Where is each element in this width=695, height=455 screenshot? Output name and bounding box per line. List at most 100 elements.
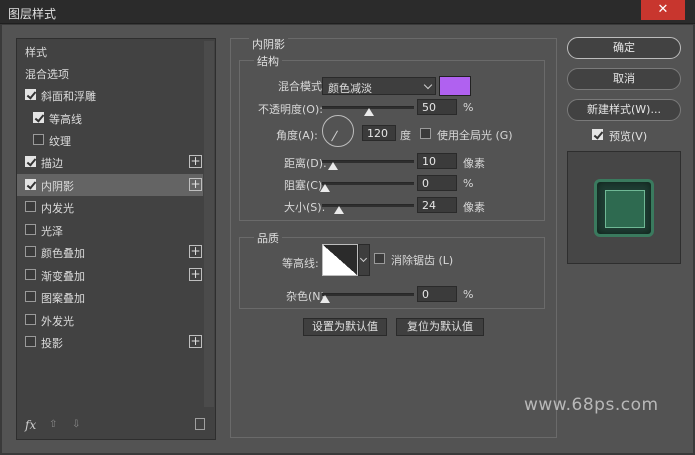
blend-mode-value: 颜色减淡 xyxy=(328,82,372,95)
opacity-slider-thumb[interactable] xyxy=(364,108,374,116)
pattern-overlay-checkbox[interactable] xyxy=(25,291,36,302)
add-inner-shadow-button[interactable]: + xyxy=(189,178,202,191)
inner-glow-checkbox[interactable] xyxy=(25,201,36,212)
distance-slider-thumb[interactable] xyxy=(328,162,338,170)
effects-item-styles[interactable]: 样式 xyxy=(17,40,203,62)
effects-item-texture[interactable]: 纹理 xyxy=(17,129,203,151)
inner-shadow-panel: 内阴影 结构 混合模式: 颜色减淡 不透明度(O): 50 % 角度(A): 1… xyxy=(230,36,557,438)
drop-shadow-checkbox[interactable] xyxy=(25,336,36,347)
cancel-button[interactable]: 取消 xyxy=(567,68,681,90)
move-up-icon[interactable]: ⇧ xyxy=(49,419,59,431)
inner-shadow-checkbox[interactable] xyxy=(25,179,36,190)
preview-checkbox[interactable] xyxy=(592,129,603,140)
new-style-button[interactable]: 新建样式(W)... xyxy=(567,99,681,121)
chevron-down-icon xyxy=(359,254,368,263)
contour-preview[interactable] xyxy=(322,244,358,276)
layer-style-dialog: 样式 混合选项 斜面和浮雕 等高线 纹理 描边 + 内阴影 + 内发光 光泽 颜… xyxy=(2,25,693,453)
add-color-overlay-button[interactable]: + xyxy=(189,245,202,258)
contour-label: 等高线: xyxy=(282,257,319,270)
structure-group: 结构 混合模式: 颜色减淡 不透明度(O): 50 % 角度(A): 120 度… xyxy=(239,53,545,221)
set-default-button[interactable]: 设置为默认值 xyxy=(303,318,387,336)
shadow-color-swatch[interactable] xyxy=(439,76,471,96)
global-light-checkbox[interactable] xyxy=(420,128,431,139)
effects-item-label: 描边 xyxy=(41,157,63,170)
effects-item-drop-shadow[interactable]: 投影 + xyxy=(17,331,203,353)
angle-dial[interactable] xyxy=(322,115,354,147)
stroke-checkbox[interactable] xyxy=(25,156,36,167)
noise-unit: % xyxy=(463,288,474,301)
gradient-overlay-checkbox[interactable] xyxy=(25,269,36,280)
size-label: 大小(S): xyxy=(284,201,326,214)
global-light-label: 使用全局光 (G) xyxy=(437,129,513,142)
effects-item-bevel-emboss[interactable]: 斜面和浮雕 xyxy=(17,84,203,106)
blend-mode-label: 混合模式: xyxy=(278,80,326,93)
choke-slider-thumb[interactable] xyxy=(320,184,330,192)
move-down-icon[interactable]: ⇩ xyxy=(72,419,82,431)
noise-input[interactable]: 0 xyxy=(417,286,457,302)
opacity-input[interactable]: 50 xyxy=(417,99,457,115)
choke-slider[interactable] xyxy=(322,182,414,185)
outer-glow-checkbox[interactable] xyxy=(25,314,36,325)
inner-shadow-section-title: 内阴影 xyxy=(249,36,288,52)
effects-item-color-overlay[interactable]: 颜色叠加 + xyxy=(17,241,203,263)
size-input[interactable]: 24 xyxy=(417,197,457,213)
add-drop-shadow-button[interactable]: + xyxy=(189,335,202,348)
color-overlay-checkbox[interactable] xyxy=(25,246,36,257)
noise-slider-thumb[interactable] xyxy=(320,295,330,303)
bevel-emboss-checkbox[interactable] xyxy=(25,89,36,100)
satin-checkbox[interactable] xyxy=(25,224,36,235)
effects-item-label: 外发光 xyxy=(41,315,74,328)
effects-item-pattern-overlay[interactable]: 图案叠加 xyxy=(17,286,203,308)
quality-group: 品质 等高线: 消除锯齿 (L) 杂色(N): 0 % xyxy=(239,230,545,309)
noise-slider[interactable] xyxy=(322,293,414,296)
size-unit: 像素 xyxy=(463,201,485,214)
fx-menu-button[interactable]: fx xyxy=(25,418,36,432)
effects-item-label: 斜面和浮雕 xyxy=(41,90,96,103)
contour-checkbox[interactable] xyxy=(33,112,44,123)
reset-default-button[interactable]: 复位为默认值 xyxy=(396,318,484,336)
effects-item-gradient-overlay[interactable]: 渐变叠加 + xyxy=(17,264,203,286)
distance-input[interactable]: 10 xyxy=(417,153,457,169)
effects-list-footer: fx ⇧ ⇩ xyxy=(17,413,215,439)
title-bar: 图层样式 ✕ xyxy=(0,0,695,24)
effects-item-blending-options[interactable]: 混合选项 xyxy=(17,62,203,84)
effects-item-label: 图案叠加 xyxy=(41,292,85,305)
effects-item-label: 渐变叠加 xyxy=(41,270,85,283)
effects-item-stroke[interactable]: 描边 + xyxy=(17,151,203,173)
chevron-down-icon xyxy=(423,80,433,90)
style-preview-box xyxy=(567,151,681,264)
opacity-label: 不透明度(O): xyxy=(258,103,323,116)
size-slider-thumb[interactable] xyxy=(334,206,344,214)
effects-item-contour[interactable]: 等高线 xyxy=(17,107,203,129)
preview-label: 预览(V) xyxy=(609,130,648,143)
effects-item-label: 内发光 xyxy=(41,202,74,215)
trash-icon[interactable] xyxy=(195,418,205,430)
angle-needle xyxy=(331,130,338,142)
blend-mode-select[interactable]: 颜色减淡 xyxy=(322,77,436,95)
contour-dropdown[interactable] xyxy=(358,244,370,276)
structure-group-title: 结构 xyxy=(254,53,282,69)
add-stroke-button[interactable]: + xyxy=(189,155,202,168)
effects-item-inner-shadow[interactable]: 内阴影 + xyxy=(17,174,203,196)
distance-label: 距离(D): xyxy=(284,157,327,170)
effects-item-satin[interactable]: 光泽 xyxy=(17,219,203,241)
quality-group-title: 品质 xyxy=(254,230,282,246)
effects-item-outer-glow[interactable]: 外发光 xyxy=(17,309,203,331)
ok-button[interactable]: 确定 xyxy=(567,37,681,59)
angle-label: 角度(A): xyxy=(276,129,318,142)
effects-list-scrollbar[interactable] xyxy=(204,41,214,407)
antialias-checkbox[interactable] xyxy=(374,253,385,264)
effects-item-inner-glow[interactable]: 内发光 xyxy=(17,196,203,218)
angle-input[interactable]: 120 xyxy=(362,125,396,141)
watermark: www.68ps.com xyxy=(524,395,659,415)
opacity-unit: % xyxy=(463,101,474,114)
texture-checkbox[interactable] xyxy=(33,134,44,145)
effects-item-label: 内阴影 xyxy=(41,180,74,193)
effects-item-label: 投影 xyxy=(41,337,63,350)
effects-item-label: 等高线 xyxy=(49,113,82,126)
choke-input[interactable]: 0 xyxy=(417,175,457,191)
effects-list-panel: 样式 混合选项 斜面和浮雕 等高线 纹理 描边 + 内阴影 + 内发光 光泽 颜… xyxy=(16,38,216,440)
close-button[interactable]: ✕ xyxy=(641,0,685,20)
add-gradient-overlay-button[interactable]: + xyxy=(189,268,202,281)
angle-unit: 度 xyxy=(400,129,411,142)
